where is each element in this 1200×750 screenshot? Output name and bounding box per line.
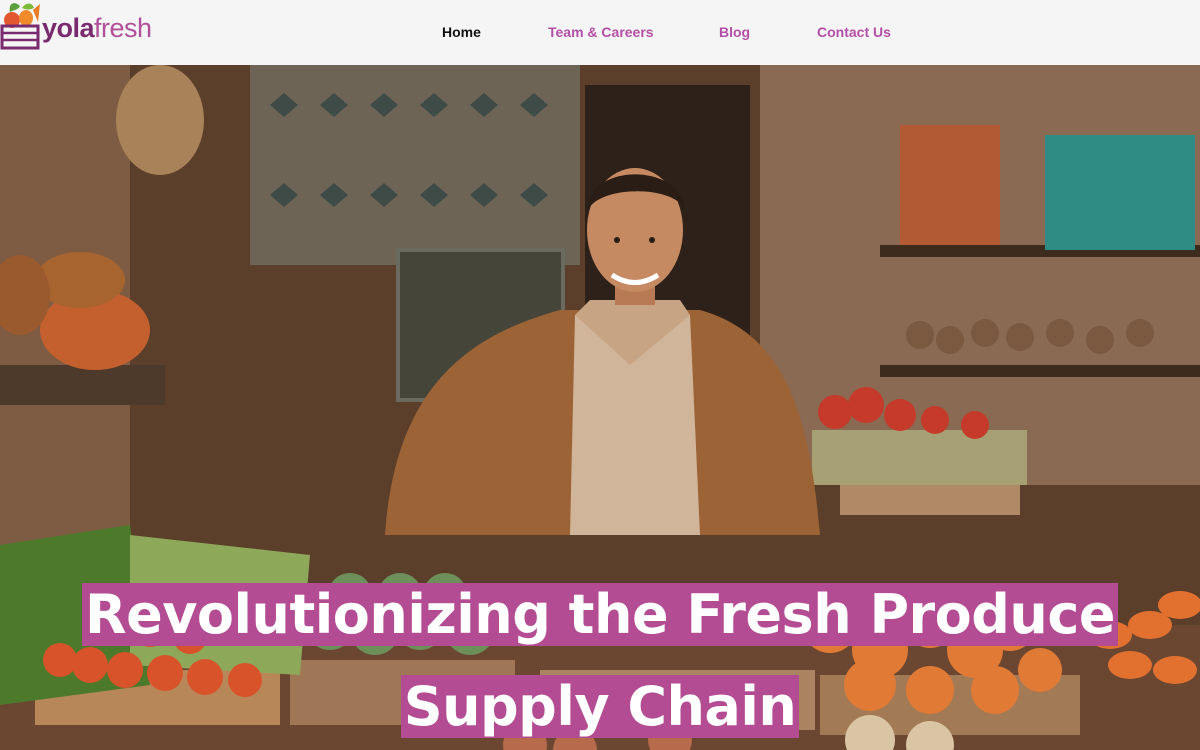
nav-blog-link[interactable]: Blog: [719, 24, 750, 40]
main-nav: Home Team & Careers Blog Contact Us: [0, 24, 1200, 44]
nav-home-link[interactable]: Home: [442, 24, 481, 40]
hero-headline-line1: Revolutionizing the Fresh Produce: [0, 583, 1200, 647]
site-header: yolafresh Home Team & Careers Blog Conta…: [0, 0, 1200, 65]
market-vendor-photo: [0, 65, 1200, 750]
hero-section: Revolutionizing the Fresh Produce Supply…: [0, 65, 1200, 750]
hero-headline-line2: Supply Chain: [0, 675, 1200, 739]
nav-contact-link[interactable]: Contact Us: [817, 24, 891, 40]
nav-team-careers-link[interactable]: Team & Careers: [548, 24, 654, 40]
